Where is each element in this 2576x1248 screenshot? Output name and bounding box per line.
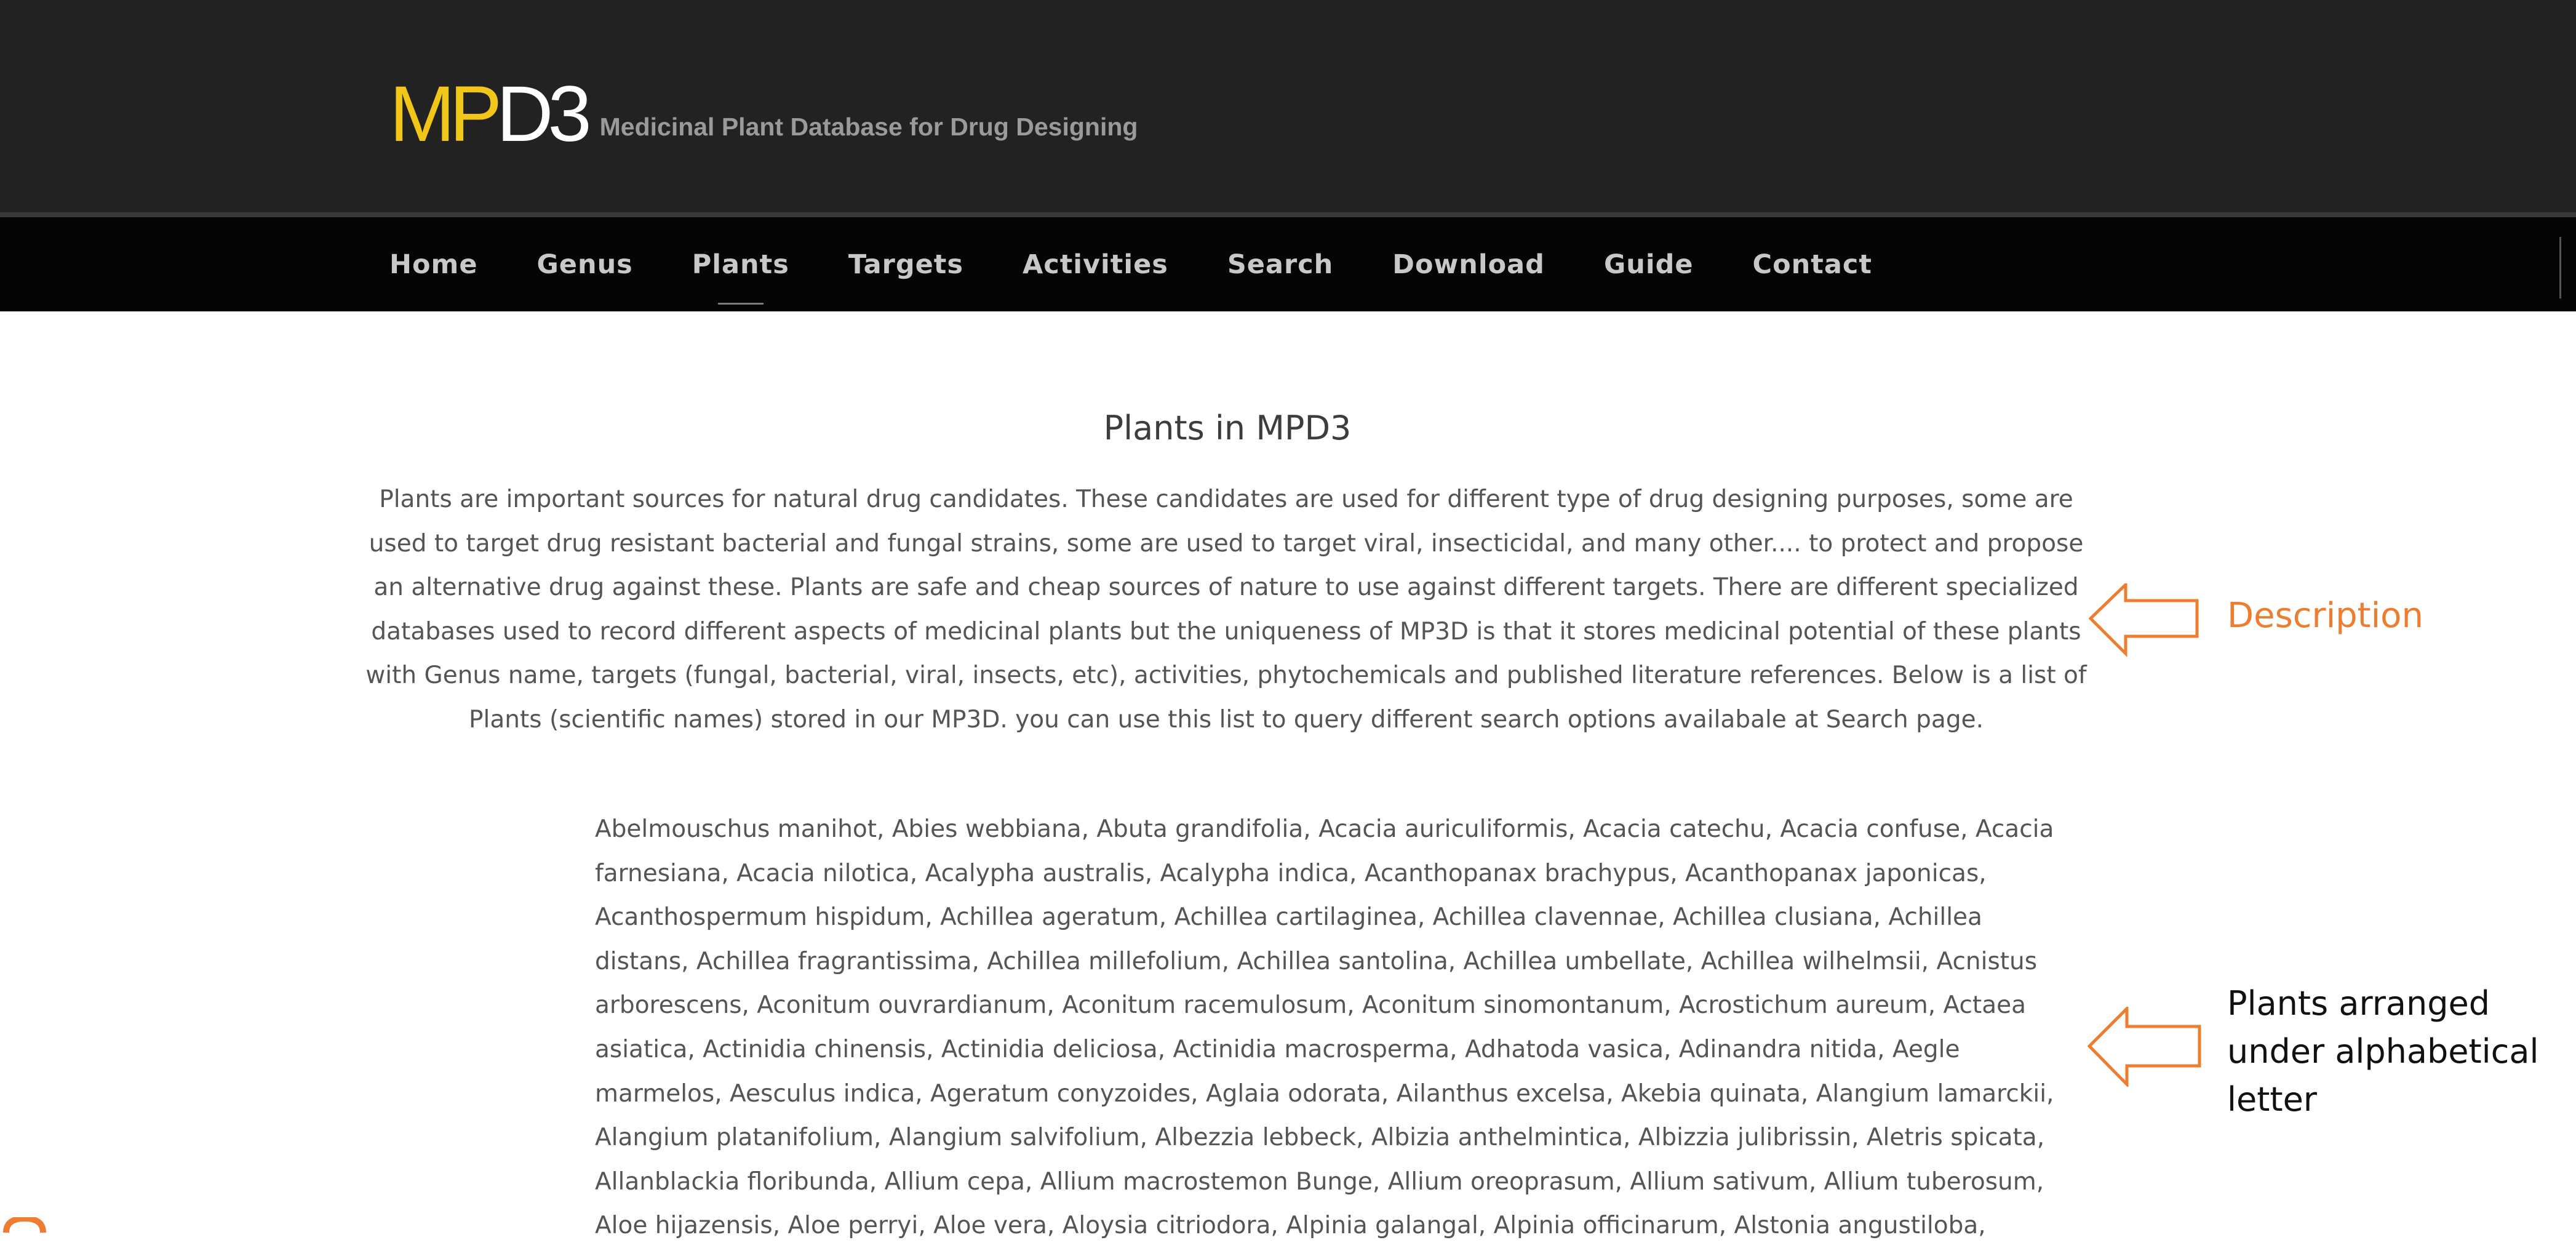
plant-list: Abelmouschus manihot, Abies webbiana, Ab… [595, 815, 2054, 1240]
main-nav: Home Genus Plants Targets Activities Sea… [0, 217, 2576, 311]
logo-mp: MP [389, 70, 502, 158]
page-title: Plants in MPD3 [1103, 409, 1352, 447]
nav-items: Home Genus Plants Targets Activities Sea… [389, 217, 1931, 311]
logo-d3: D3 [496, 70, 592, 158]
nav-item-guide[interactable]: Guide [1604, 249, 1694, 280]
description-annotation-label: Description [2227, 596, 2423, 636]
corner-widget-icon [3, 1217, 46, 1233]
nav-item-search[interactable]: Search [1227, 249, 1333, 280]
nav-item-genus[interactable]: Genus [537, 249, 633, 280]
site-header: MPD3 Medicinal Plant Database for Drug D… [0, 0, 2576, 214]
nav-item-home[interactable]: Home [389, 249, 478, 280]
nav-item-targets[interactable]: Targets [848, 249, 963, 280]
plants-annotation-label: Plants arranged under alphabetical lette… [2227, 984, 2539, 1119]
nav-item-download[interactable]: Download [1392, 249, 1545, 280]
plants-description: Plants are important sources for natural… [365, 486, 2087, 734]
logo-tagline: Medicinal Plant Database for Drug Design… [599, 113, 1138, 141]
site-logo[interactable]: MPD3 Medicinal Plant Database for Drug D… [389, 68, 1138, 154]
header-divider [0, 212, 2576, 217]
description-arrow-icon [2089, 583, 2199, 657]
plants-arrow-icon [2088, 1007, 2201, 1087]
nav-scroll-edge [2559, 237, 2561, 298]
logo-mark: MPD3 [389, 75, 592, 154]
nav-item-plants[interactable]: Plants [692, 249, 789, 305]
nav-item-activities[interactable]: Activities [1023, 249, 1168, 280]
nav-item-contact[interactable]: Contact [1753, 249, 1872, 280]
